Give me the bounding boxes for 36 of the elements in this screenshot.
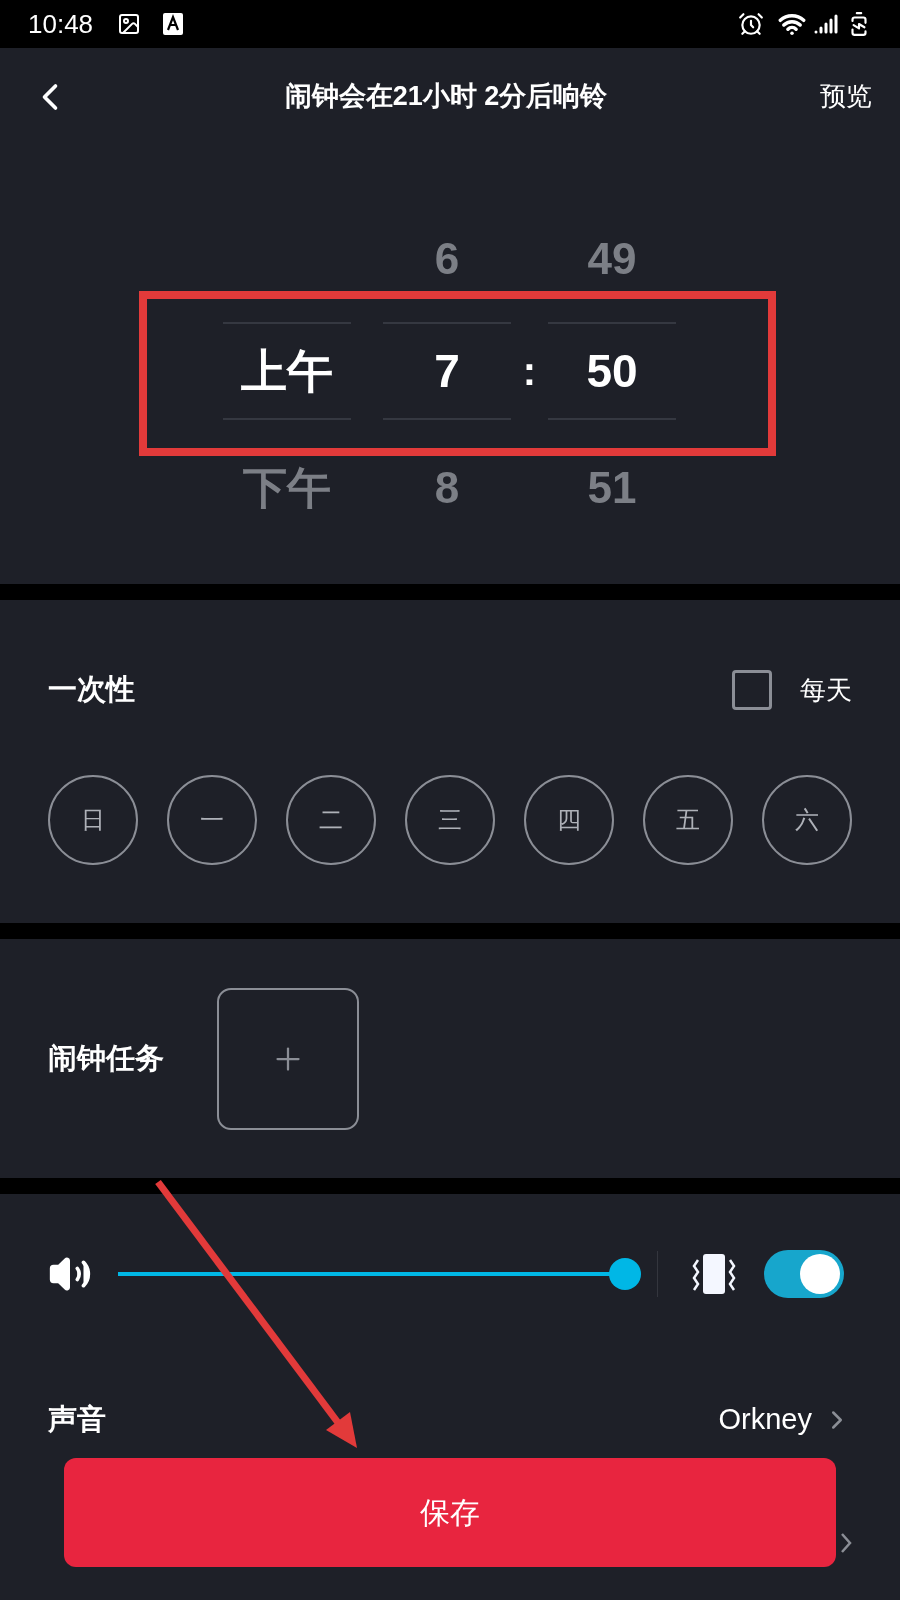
picker-value[interactable]: 50 xyxy=(586,336,638,406)
weekday-button[interactable]: 五 xyxy=(643,775,733,865)
volume-slider[interactable] xyxy=(118,1258,641,1290)
time-separator: : xyxy=(522,348,537,395)
preview-link[interactable]: 预览 xyxy=(820,77,872,116)
picker-value[interactable]: 7 xyxy=(434,336,460,406)
picker-option[interactable]: 6 xyxy=(434,225,460,292)
picker-option[interactable]: 下午 xyxy=(243,455,331,521)
task-label: 闹钟任务 xyxy=(48,1040,164,1076)
sound-label: 声音 xyxy=(48,1402,106,1438)
picker-option[interactable]: 49 xyxy=(587,225,637,292)
font-icon xyxy=(163,13,184,35)
weekday-button[interactable]: 三 xyxy=(405,775,495,865)
chevron-icon xyxy=(840,1532,852,1554)
alarm-icon xyxy=(738,11,764,37)
status-time: 10:48 xyxy=(28,7,94,41)
add-task-button[interactable] xyxy=(217,987,359,1130)
weekday-button[interactable]: 日 xyxy=(48,775,138,865)
repeat-label: 一次性 xyxy=(48,672,135,708)
save-button[interactable]: 保存 xyxy=(64,1458,836,1567)
picker-value[interactable]: 上午 xyxy=(241,336,333,406)
signal-icon xyxy=(814,12,838,36)
picker-option[interactable]: 8 xyxy=(434,455,460,521)
weekday-button[interactable]: 一 xyxy=(167,775,257,865)
slider-thumb[interactable] xyxy=(609,1258,641,1290)
daily-label: 每天 xyxy=(800,673,852,707)
image-icon xyxy=(117,12,142,36)
vibrate-toggle[interactable] xyxy=(764,1250,844,1298)
weekday-button[interactable]: 二 xyxy=(286,775,376,865)
picker-option[interactable]: 51 xyxy=(587,455,637,521)
sound-value[interactable]: Orkney xyxy=(718,1398,812,1442)
daily-checkbox[interactable] xyxy=(732,670,772,710)
weekday-button[interactable]: 四 xyxy=(524,775,614,865)
vibrate-icon xyxy=(690,1252,738,1296)
header-title: 闹钟会在21小时 2分后响铃 xyxy=(284,80,608,114)
weekday-button[interactable]: 六 xyxy=(762,775,852,865)
